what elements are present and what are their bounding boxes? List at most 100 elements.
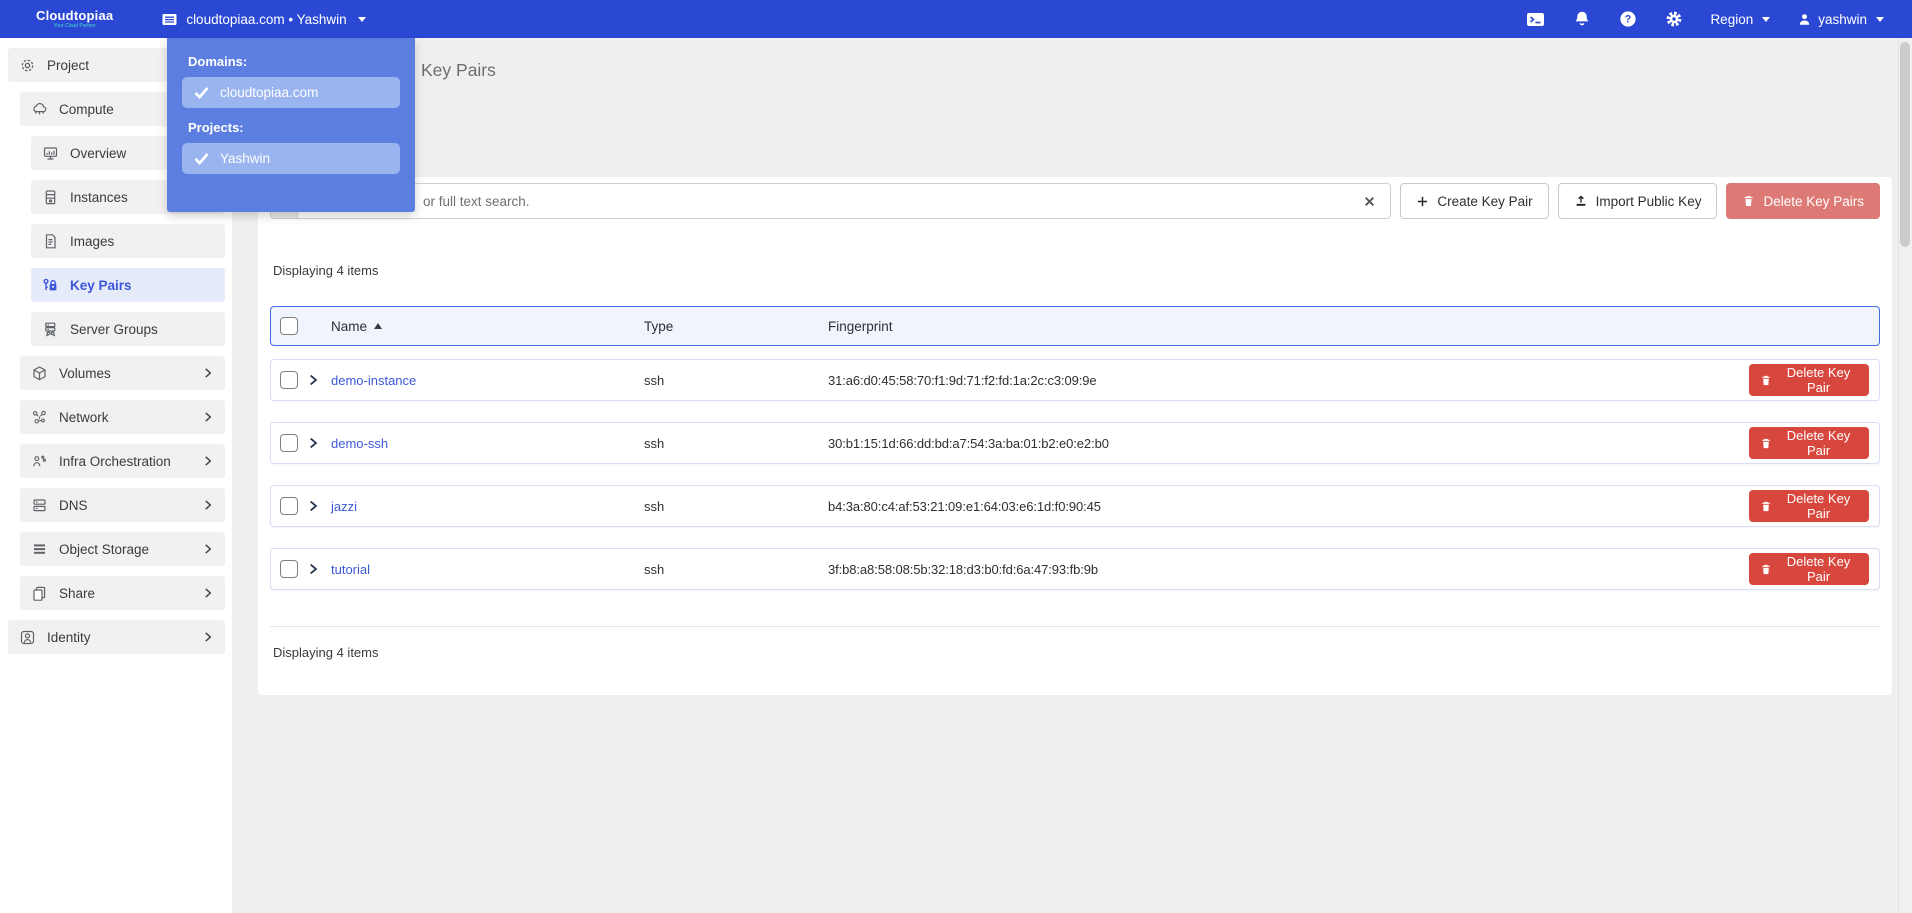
scrollbar-track[interactable] bbox=[1898, 38, 1912, 913]
check-icon bbox=[194, 86, 209, 99]
gear-icon[interactable] bbox=[1664, 10, 1683, 29]
row-checkbox[interactable] bbox=[280, 497, 298, 515]
sidebar-item-key-pairs[interactable]: Key Pairs bbox=[31, 268, 225, 302]
svg-text:?: ? bbox=[1625, 14, 1631, 26]
create-key-pair-button[interactable]: Create Key Pair bbox=[1400, 183, 1548, 219]
sidebar-item-server-groups[interactable]: Server Groups bbox=[31, 312, 225, 346]
column-header-type[interactable]: Type bbox=[644, 319, 828, 334]
delete-key-pair-button[interactable]: Delete Key Pair bbox=[1749, 490, 1869, 522]
key-pair-name-link[interactable]: tutorial bbox=[331, 562, 644, 577]
project-option-yashwin[interactable]: Yashwin bbox=[182, 143, 400, 174]
toolbar: Create Key Pair Import Public Key Delete… bbox=[270, 183, 1880, 219]
create-key-pair-label: Create Key Pair bbox=[1437, 194, 1532, 209]
trash-icon bbox=[1760, 563, 1772, 576]
expand-row-icon[interactable] bbox=[307, 562, 331, 576]
sidebar-item-dns[interactable]: DNS bbox=[20, 488, 225, 522]
key-pairs-panel: Create Key Pair Import Public Key Delete… bbox=[258, 177, 1892, 695]
top-navbar: Cloudtopiaa Your Cloud Partner cloudtopi… bbox=[0, 0, 1912, 38]
sidebar-item-images[interactable]: Images bbox=[31, 224, 225, 258]
key-pair-name-link[interactable]: demo-instance bbox=[331, 373, 644, 388]
sidebar-item-volumes[interactable]: Volumes bbox=[20, 356, 225, 390]
delete-key-pair-button[interactable]: Delete Key Pair bbox=[1749, 427, 1869, 459]
region-dropdown[interactable]: Region bbox=[1710, 12, 1770, 27]
user-dropdown[interactable]: yashwin bbox=[1797, 12, 1884, 27]
delete-key-pair-button[interactable]: Delete Key Pair bbox=[1749, 364, 1869, 396]
domain-project-dropdown: Domains: cloudtopiaa.com Projects: Yashw… bbox=[167, 38, 415, 212]
table-row: jazzi ssh b4:3a:80:c4:af:53:21:09:e1:64:… bbox=[270, 485, 1880, 527]
sidebar-item-label: Images bbox=[70, 234, 114, 249]
projects-label: Projects: bbox=[188, 120, 400, 135]
expand-row-icon[interactable] bbox=[307, 499, 331, 513]
row-checkbox[interactable] bbox=[280, 434, 298, 452]
terminal-icon[interactable] bbox=[1526, 10, 1545, 29]
chevron-right-icon bbox=[202, 587, 214, 599]
sidebar-item-label: Overview bbox=[70, 146, 126, 161]
sidebar-item-identity[interactable]: Identity bbox=[8, 620, 225, 654]
server-groups-icon bbox=[42, 321, 59, 338]
navbar-right: ? Region yashwin bbox=[1526, 10, 1884, 29]
user-label: yashwin bbox=[1818, 12, 1867, 27]
column-header-name[interactable]: Name bbox=[331, 319, 644, 334]
select-all-checkbox[interactable] bbox=[280, 317, 298, 335]
delete-key-pair-label: Delete Key Pair bbox=[1779, 491, 1858, 521]
import-public-key-button[interactable]: Import Public Key bbox=[1558, 183, 1718, 219]
infra-orchestration-icon bbox=[31, 453, 48, 470]
expand-row-icon[interactable] bbox=[307, 436, 331, 450]
trash-icon bbox=[1760, 437, 1772, 450]
key-pair-fingerprint: b4:3a:80:c4:af:53:21:09:e1:64:03:e6:1d:f… bbox=[828, 499, 1749, 514]
sidebar-item-infra-orchestration[interactable]: Infra Orchestration bbox=[20, 444, 225, 478]
chevron-right-icon bbox=[202, 455, 214, 467]
row-checkbox[interactable] bbox=[280, 371, 298, 389]
delete-key-pairs-button[interactable]: Delete Key Pairs bbox=[1726, 183, 1880, 219]
domain-project-switcher[interactable]: cloudtopiaa.com • Yashwin bbox=[161, 11, 365, 28]
key-pair-name-link[interactable]: demo-ssh bbox=[331, 436, 644, 451]
delete-key-pair-button[interactable]: Delete Key Pair bbox=[1749, 553, 1869, 585]
sidebar-item-object-storage[interactable]: Object Storage bbox=[20, 532, 225, 566]
chevron-right-icon bbox=[202, 499, 214, 511]
sidebar-item-share[interactable]: Share bbox=[20, 576, 225, 610]
column-name-label: Name bbox=[331, 319, 367, 334]
images-icon bbox=[42, 233, 59, 250]
compute-icon bbox=[31, 101, 48, 118]
domains-label: Domains: bbox=[188, 54, 400, 69]
items-count-bottom: Displaying 4 items bbox=[273, 645, 1880, 660]
key-pair-type: ssh bbox=[644, 436, 828, 451]
sidebar-item-network[interactable]: Network bbox=[20, 400, 225, 434]
help-icon[interactable]: ? bbox=[1618, 10, 1637, 29]
sidebar-item-label: Network bbox=[59, 410, 109, 425]
search-input[interactable] bbox=[298, 184, 1348, 218]
share-icon bbox=[31, 585, 48, 602]
sidebar-item-label: Share bbox=[59, 586, 95, 601]
brand-title: Cloudtopiaa bbox=[36, 9, 113, 22]
domain-option-label: cloudtopiaa.com bbox=[220, 85, 318, 100]
search-bar bbox=[270, 183, 1391, 219]
bell-icon[interactable] bbox=[1572, 10, 1591, 29]
list-icon bbox=[161, 11, 178, 28]
region-label: Region bbox=[1710, 12, 1753, 27]
clear-search-button[interactable] bbox=[1348, 184, 1390, 218]
import-public-key-label: Import Public Key bbox=[1596, 194, 1702, 209]
object-storage-icon bbox=[31, 541, 48, 558]
network-icon bbox=[31, 409, 48, 426]
domain-option-cloudtopiaa[interactable]: cloudtopiaa.com bbox=[182, 77, 400, 108]
column-header-fingerprint[interactable]: Fingerprint bbox=[828, 319, 1749, 334]
key-pair-fingerprint: 3f:b8:a8:58:08:5b:32:18:d3:b0:fd:6a:47:9… bbox=[828, 562, 1749, 577]
key-pair-type: ssh bbox=[644, 562, 828, 577]
key-pair-fingerprint: 31:a6:d0:45:58:70:f1:9d:71:f2:fd:1a:2c:c… bbox=[828, 373, 1749, 388]
project-icon bbox=[19, 57, 36, 74]
brand-tagline: Your Cloud Partner bbox=[36, 24, 113, 29]
volumes-icon bbox=[31, 365, 48, 382]
chevron-right-icon bbox=[202, 367, 214, 379]
upload-icon bbox=[1574, 194, 1588, 208]
sidebar-item-label: Compute bbox=[59, 102, 114, 117]
brand-logo[interactable]: Cloudtopiaa Your Cloud Partner bbox=[36, 9, 113, 29]
trash-icon bbox=[1760, 500, 1772, 513]
row-checkbox[interactable] bbox=[280, 560, 298, 578]
delete-key-pair-label: Delete Key Pair bbox=[1779, 554, 1858, 584]
expand-row-icon[interactable] bbox=[307, 373, 331, 387]
table-row: demo-instance ssh 31:a6:d0:45:58:70:f1:9… bbox=[270, 359, 1880, 401]
delete-key-pairs-label: Delete Key Pairs bbox=[1763, 194, 1864, 209]
scrollbar-thumb[interactable] bbox=[1900, 42, 1910, 247]
sidebar-item-label: Object Storage bbox=[59, 542, 149, 557]
key-pair-name-link[interactable]: jazzi bbox=[331, 499, 644, 514]
